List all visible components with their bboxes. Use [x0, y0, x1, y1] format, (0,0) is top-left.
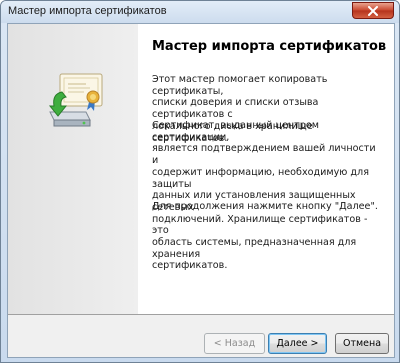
button-bar: < Назад Далее > Отмена: [8, 315, 394, 357]
back-button[interactable]: < Назад: [204, 333, 265, 354]
wizard-body: Мастер импорта сертификатов Этот мастер …: [7, 23, 395, 358]
certificate-import-icon: [48, 73, 103, 127]
description-paragraph: Сертификат, выданный центром сертификаци…: [152, 120, 376, 272]
page-title: Мастер импорта сертификатов: [152, 39, 387, 54]
next-button[interactable]: Далее >: [268, 333, 327, 354]
continue-hint: Для продолжения нажмите кнопку "Далее".: [152, 201, 378, 212]
cancel-button[interactable]: Отмена: [335, 333, 389, 354]
wizard-window: Мастер импорта сертификатов Мастер импор…: [0, 0, 400, 363]
close-button[interactable]: [352, 2, 394, 19]
wizard-content: Мастер импорта сертификатов Этот мастер …: [138, 24, 394, 314]
title-bar[interactable]: Мастер импорта сертификатов: [1, 1, 399, 23]
window-title: Мастер импорта сертификатов: [8, 5, 167, 17]
wizard-sidebar: [8, 24, 138, 314]
close-icon: [368, 6, 378, 16]
